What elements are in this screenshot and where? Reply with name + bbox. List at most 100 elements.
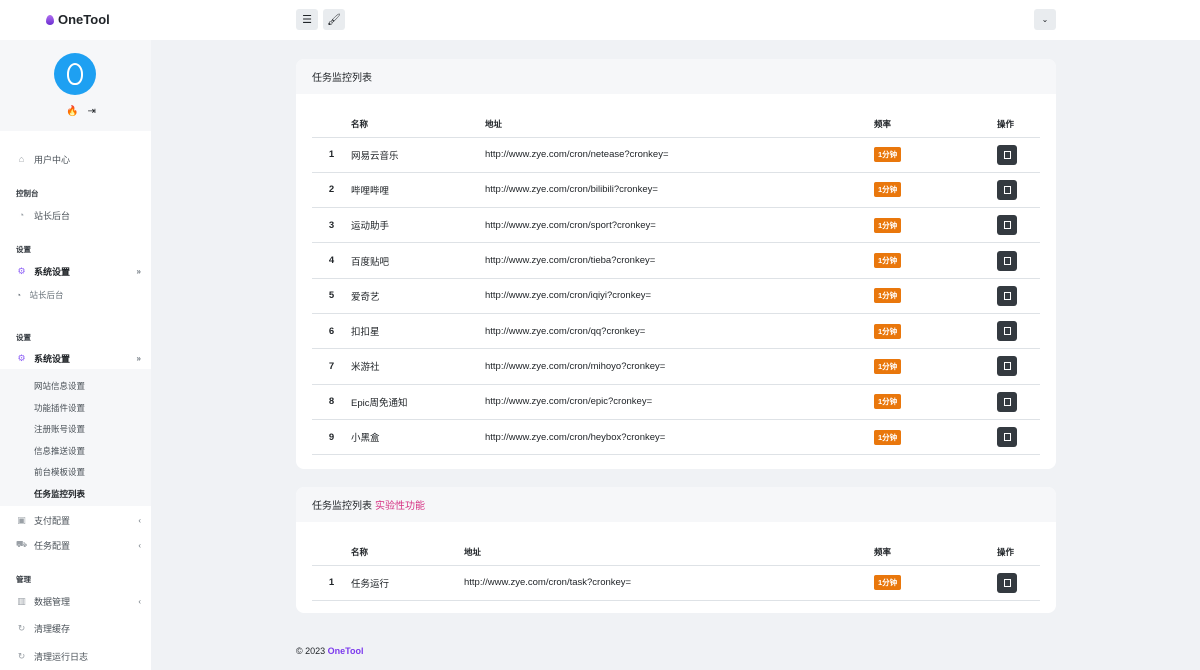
sidebar-item-clear-cache[interactable]: ↻ 清理缓存 [0, 617, 151, 639]
copyright-text: © 2023 [296, 646, 326, 656]
sidebar-item-clear-logs[interactable]: ↻ 清理运行日志 [0, 645, 151, 667]
task-url: http://www.zye.com/cron/tieba?cronkey= [485, 242, 874, 279]
row-number: 6 [312, 313, 351, 350]
task-name: 运动助手 [351, 207, 485, 244]
col-freq: 频率 [874, 539, 997, 566]
copy-button[interactable] [997, 285, 1017, 306]
sidebar-item-data-manage[interactable]: ▥ 数据管理 ‹ [0, 590, 151, 612]
task-url: http://www.zye.com/cron/mihoyo?cronkey= [485, 348, 874, 385]
task-name: 小黑盒 [351, 419, 485, 456]
submenu-site-info[interactable]: 网站信息设置 [34, 380, 85, 392]
copy-icon [1000, 288, 1011, 300]
brush-icon: 🖌 [327, 14, 341, 26]
sidebar-ghost-site-admin: ◔ 站长后台 [16, 290, 64, 300]
menu-toggle-button[interactable]: ☰ [296, 9, 318, 30]
sidebar-item-label: 数据管理 [34, 596, 71, 607]
section-manage: 管理 [16, 575, 31, 584]
row-number: 8 [312, 384, 351, 420]
task-url: http://www.zye.com/cron/task?cronkey= [464, 565, 874, 601]
action-cell [997, 278, 1040, 314]
brand-name: OneTool [58, 12, 110, 27]
sidebar-item-pay-config[interactable]: ▣ 支付配置 ‹ [0, 509, 151, 531]
chevron-left-icon: ‹ [138, 540, 141, 550]
col-name: 名称 [351, 539, 464, 566]
sidebar-item-user-center[interactable]: ⌂ 用户中心 [0, 148, 151, 170]
submenu-task-monitor[interactable]: 任务监控列表 [34, 488, 85, 500]
sidebar-item-site-admin[interactable]: ◔ 站长后台 [0, 204, 151, 226]
user-dropdown-button[interactable]: ⌄ [1034, 9, 1056, 30]
section-console: 控制台 [16, 189, 39, 198]
task-url: http://www.zye.com/cron/qq?cronkey= [485, 313, 874, 350]
copy-button[interactable] [997, 250, 1017, 271]
copy-icon [1000, 182, 1011, 194]
copy-icon [1000, 430, 1011, 442]
action-cell [997, 137, 1040, 173]
submenu-push[interactable]: 信息推送设置 [34, 445, 85, 457]
action-cell [997, 419, 1040, 456]
col-name: 名称 [351, 111, 485, 138]
action-cell [997, 172, 1040, 209]
copy-button[interactable] [997, 179, 1017, 200]
flame-icon [46, 14, 54, 25]
sidebar-item-system-settings-2[interactable]: ⚙ 系统设置 » [0, 347, 151, 369]
row-number: 3 [312, 207, 351, 244]
gear-icon: ⚙ [17, 265, 26, 276]
frequency-cell: 1分钟 [874, 172, 997, 209]
copy-button[interactable] [997, 321, 1017, 342]
row-number: 5 [312, 278, 351, 314]
sidebar-item-label: 清理运行日志 [34, 651, 89, 662]
card-title: 任务监控列表 [312, 73, 372, 84]
frequency-cell: 1分钟 [874, 207, 997, 244]
gear-icon: ⚙ [17, 352, 26, 363]
bar-chart-icon: ▥ [17, 595, 26, 606]
submenu-template[interactable]: 前台模板设置 [34, 466, 85, 478]
submenu-register[interactable]: 注册账号设置 [34, 423, 85, 435]
col-url: 地址 [464, 539, 874, 566]
row-number: 1 [312, 137, 351, 173]
fire-icon[interactable]: 🔥 [66, 106, 78, 117]
profile-panel: 🔥 ⇥ [0, 40, 151, 131]
sidebar-item-system-settings[interactable]: ⚙ 系统设置 » [0, 260, 151, 282]
theme-button[interactable]: 🖌 [323, 9, 345, 30]
top-bar: OneTool ☰ 🖌 ⌄ [0, 0, 1200, 40]
copy-button[interactable] [997, 215, 1017, 236]
logout-icon[interactable]: ⇥ [87, 106, 95, 117]
refresh-icon: ↻ [17, 622, 26, 633]
copy-button[interactable] [997, 144, 1017, 165]
table-row: 4 百度贴吧 http://www.zye.com/cron/tieba?cronk… [312, 242, 1040, 279]
copy-button[interactable] [997, 391, 1017, 412]
frequency-badge: 1分钟 [874, 575, 902, 591]
copy-button[interactable] [997, 427, 1017, 448]
row-number: 4 [312, 242, 351, 279]
task-url: http://www.zye.com/cron/epic?cronkey= [485, 384, 874, 420]
action-cell [997, 348, 1040, 385]
sidebar-item-task-config[interactable]: ⛟ 任务配置 ‹ [0, 534, 151, 556]
avatar[interactable] [54, 53, 96, 95]
frequency-cell: 1分钟 [874, 278, 997, 314]
task-name: 米游社 [351, 348, 485, 385]
action-cell [997, 207, 1040, 244]
table-row: 3 运动助手 http://www.zye.com/cron/sport?cronk… [312, 207, 1040, 244]
sidebar-item-label: 站长后台 [34, 210, 71, 221]
brand-logo[interactable]: OneTool [46, 12, 110, 27]
footer-brand-link[interactable]: OneTool [328, 646, 364, 656]
dashboard-icon: ◔ [18, 210, 25, 220]
cart-icon: ⛟ [15, 539, 28, 549]
task-table-experimental: 名称 地址 频率 操作 1 任务运行 http://www.zye.com/cron… [312, 539, 1040, 601]
chevron-left-icon: ‹ [138, 596, 141, 606]
copy-button[interactable] [997, 572, 1017, 593]
copy-icon [1000, 147, 1011, 159]
submenu-plugins[interactable]: 功能插件设置 [34, 402, 85, 414]
task-table-body: 1 网易云音乐 http://www.zye.com/cron/netease?cr… [312, 137, 1040, 456]
copy-icon [1000, 359, 1011, 371]
action-cell [997, 384, 1040, 420]
table-row: 7 米游社 http://www.zye.com/cron/mihoyo?cronk… [312, 348, 1040, 385]
copy-icon [1000, 218, 1011, 230]
table-row: 9 小黑盒 http://www.zye.com/cron/heybox?cronk… [312, 419, 1040, 456]
frequency-badge: 1分钟 [874, 253, 902, 269]
table-row: 6 扣扣星 http://www.zye.com/cron/qq?cronkey= 1… [312, 313, 1040, 350]
frequency-cell: 1分钟 [874, 565, 997, 601]
copy-button[interactable] [997, 356, 1017, 377]
copy-icon [1000, 253, 1011, 265]
task-url: http://www.zye.com/cron/iqiyi?cronkey= [485, 278, 874, 314]
